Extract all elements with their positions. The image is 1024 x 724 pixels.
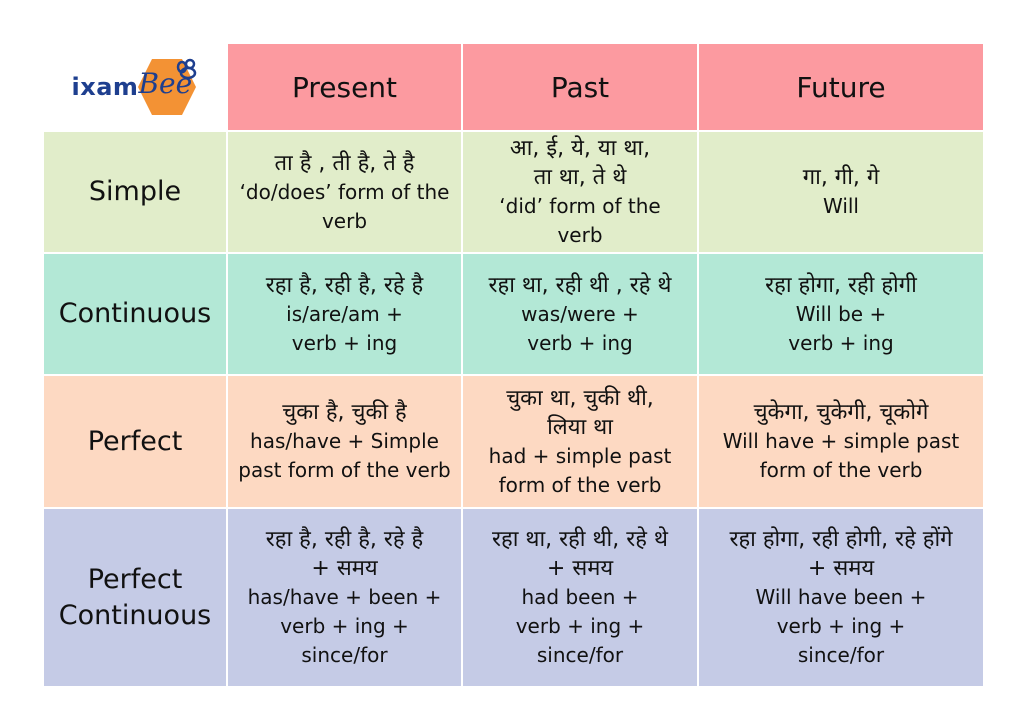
english-rule-line: Will be + (795, 301, 887, 326)
cell-perfect-continuous-past: रहा था, रही थी, रहे थे + समय had been + ver… (463, 509, 697, 686)
english-rule-line: had + simple past (488, 443, 672, 468)
english-rule-line: verb + ing (788, 330, 894, 355)
hindi-marker-line: आ, ई, ये, या था, (509, 136, 651, 161)
english-rule-line: verb + ing + (280, 614, 409, 638)
hindi-marker-line: ता है , ती है, ते है (274, 150, 415, 176)
column-header-present: Present (228, 44, 461, 130)
column-header-future: Future (699, 44, 983, 130)
cell-perfect-continuous-future: रहा होगा, रही होगी, रहे होंगे + समय Will h… (699, 509, 983, 686)
cell-perfect-future: चुकेगा, चुकेगी, चूकोगे Will have + simple… (699, 376, 983, 507)
hexagon-icon: Bee (136, 57, 198, 117)
logo-text-bee: Bee (138, 67, 193, 100)
english-rule-line: past form of the verb (238, 458, 451, 482)
cell-continuous-present: रहा है, रही है, रहे है is/are/am + verb + … (228, 254, 461, 374)
english-rule-line: form of the verb (498, 472, 662, 497)
hindi-marker-line: + समय (546, 556, 614, 581)
hindi-marker-line: गा, गी, गे (802, 165, 880, 190)
hindi-marker-line: रहा था, रही थी, रहे थे (492, 527, 668, 552)
english-rule-line: Will have been + (755, 585, 927, 609)
hindi-marker-line: + समय (807, 556, 875, 581)
hindi-marker-line: चुका था, चुकी थी, (506, 385, 654, 411)
hindi-marker-line: चुकेगा, चुकेगी, चूकोगे (753, 400, 929, 425)
hindi-marker-line: रहा होगा, रही होगी (765, 272, 917, 298)
hindi-marker-line: रहा था, रही थी , रहे थे (488, 272, 672, 298)
row-header-line: Simple (88, 176, 182, 207)
tense-table: ixam Bee Present Past Future Simple ता है… (44, 44, 983, 686)
cell-perfect-continuous-present: रहा है, रही है, रहे है + समय has/have + be… (228, 509, 461, 686)
english-rule-line: is/are/am + (286, 301, 403, 326)
logo-text-ixam: ixam (71, 73, 139, 101)
english-rule-line: Will (822, 194, 859, 218)
cell-simple-past: आ, ई, ये, या था, ता था, ते थे ‘did’ form o… (463, 132, 697, 252)
english-rule-line: verb + ing + (776, 614, 906, 638)
hindi-marker-line: रहा होगा, रही होगी, रहे होंगे (729, 527, 953, 552)
english-rule-line: was/were + (521, 301, 639, 326)
english-rule-line: had been + (521, 585, 639, 609)
cell-continuous-future: रहा होगा, रही होगी Will be + verb + ing (699, 254, 983, 374)
row-header-continuous: Continuous (44, 254, 226, 374)
ixambee-logo: ixam Bee (72, 57, 199, 117)
english-rule-line: since/for (797, 643, 885, 667)
english-rule-line: verb (321, 208, 368, 233)
cell-simple-present: ता है , ती है, ते है ‘do/does’ form of th… (228, 132, 461, 252)
english-rule-line: has/have + Simple (250, 429, 439, 453)
english-rule-line: Will have + simple past (722, 429, 960, 453)
english-rule-line: has/have + been + (247, 585, 442, 609)
english-rule-line: ‘did’ form of the (499, 194, 661, 218)
row-header-line: Continuous (58, 599, 212, 631)
english-rule-line: verb (557, 223, 603, 247)
hindi-marker-line: + समय (311, 556, 378, 581)
hindi-marker-line: ता था, ते थे (533, 165, 627, 190)
row-header-perfect-continuous: Perfect Continuous (44, 509, 226, 686)
english-rule-line: verb + ing (527, 330, 633, 355)
hindi-marker-line: चुका है, चुकी है (282, 400, 407, 425)
row-header-line: Continuous (58, 298, 212, 329)
cell-simple-future: गा, गी, गे Will (699, 132, 983, 252)
cell-perfect-past: चुका था, चुकी थी, लिया था had + simple pas… (463, 376, 697, 507)
english-rule-line: verb + ing (291, 330, 398, 355)
english-rule-line: since/for (301, 643, 388, 667)
cell-continuous-past: रहा था, रही थी , रहे थे was/were + verb + … (463, 254, 697, 374)
english-rule-line: verb + ing + (515, 614, 645, 638)
cell-perfect-present: चुका है, चुकी है has/have + Simple past fo… (228, 376, 461, 507)
hindi-marker-line: रहा है, रही है, रहे है (265, 272, 424, 298)
english-rule-line: form of the verb (759, 458, 923, 482)
hindi-marker-line: रहा है, रही है, रहे है (265, 527, 424, 552)
row-header-perfect: Perfect (44, 376, 226, 507)
logo-cell: ixam Bee (44, 44, 226, 130)
row-header-line: Perfect (87, 425, 183, 457)
row-header-line: Perfect (87, 563, 183, 595)
column-header-past: Past (463, 44, 697, 130)
english-rule-line: ‘do/does’ form of the (239, 179, 450, 204)
row-header-simple: Simple (44, 132, 226, 252)
english-rule-line: since/for (536, 643, 624, 667)
hindi-marker-line: लिया था (547, 414, 613, 440)
